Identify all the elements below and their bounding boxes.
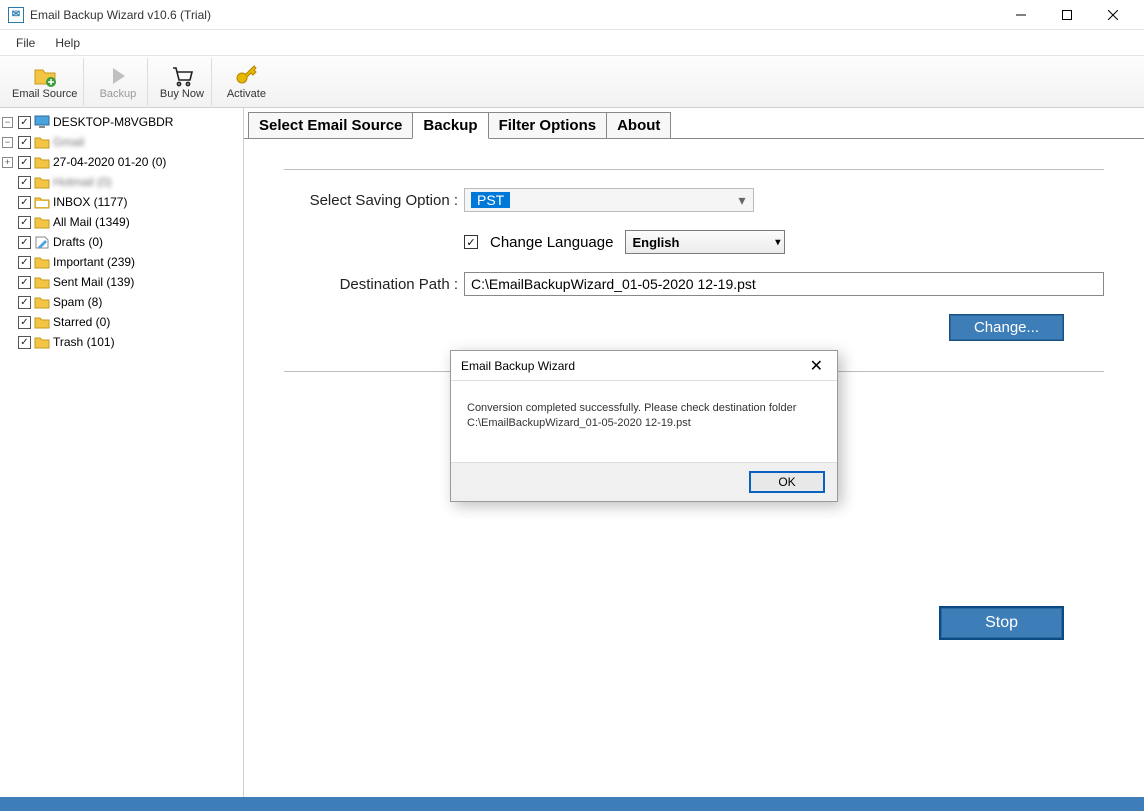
tree-item[interactable]: Drafts (0): [53, 235, 103, 249]
folder-icon: [34, 135, 50, 149]
toolbar: Email Source Backup Buy Now Activate: [0, 56, 1144, 108]
checkbox[interactable]: [18, 336, 31, 349]
menu-file[interactable]: File: [6, 32, 45, 54]
expander-icon[interactable]: −: [2, 137, 13, 148]
saving-option-value: PST: [471, 192, 510, 208]
folder-plus-icon: [33, 64, 57, 88]
titlebar: ✉ Email Backup Wizard v10.6 (Trial): [0, 0, 1144, 30]
folder-icon: [34, 295, 50, 309]
saving-option-label: Select Saving Option :: [284, 192, 464, 209]
tab-select-source[interactable]: Select Email Source: [248, 112, 413, 139]
language-value: English: [632, 235, 679, 250]
checkbox[interactable]: [18, 276, 31, 289]
checkbox[interactable]: [18, 136, 31, 149]
tool-buy-now[interactable]: Buy Now: [152, 58, 212, 106]
dialog-message-1: Conversion completed successfully. Pleas…: [467, 401, 821, 416]
tree-item[interactable]: Spam (8): [53, 295, 102, 309]
dialog-message-2: C:\EmailBackupWizard_01-05-2020 12-19.ps…: [467, 416, 821, 431]
tree-item[interactable]: Trash (101): [53, 335, 115, 349]
folder-icon: [34, 315, 50, 329]
tree-item[interactable]: Starred (0): [53, 315, 110, 329]
checkbox[interactable]: [18, 216, 31, 229]
checkbox[interactable]: [18, 296, 31, 309]
folder-icon: [34, 255, 50, 269]
checkbox[interactable]: [18, 116, 31, 129]
menubar: File Help: [0, 30, 1144, 56]
tool-activate[interactable]: Activate: [216, 58, 276, 106]
dialog-title: Email Backup Wizard: [461, 359, 575, 373]
language-select[interactable]: English ▾: [625, 230, 785, 254]
tree-item[interactable]: Sent Mail (139): [53, 275, 134, 289]
menu-help[interactable]: Help: [45, 32, 90, 54]
change-language-checkbox[interactable]: [464, 235, 478, 249]
tabstrip: Select Email Source Backup Filter Option…: [248, 112, 1144, 139]
change-button[interactable]: Change...: [949, 314, 1064, 341]
expander-icon[interactable]: −: [2, 117, 13, 128]
destination-input[interactable]: [464, 272, 1104, 296]
dialog-close-icon[interactable]: ✕: [806, 356, 827, 376]
chevron-down-icon: ▾: [775, 237, 780, 248]
checkbox[interactable]: [18, 176, 31, 189]
tab-backup[interactable]: Backup: [412, 112, 488, 139]
checkbox[interactable]: [18, 256, 31, 269]
minimize-button[interactable]: [998, 0, 1044, 30]
cart-icon: [170, 64, 194, 88]
stop-button[interactable]: Stop: [939, 606, 1064, 640]
tab-filter[interactable]: Filter Options: [488, 112, 608, 139]
divider: [284, 169, 1104, 170]
tool-email-source[interactable]: Email Source: [6, 58, 84, 106]
folder-icon: [34, 155, 50, 169]
checkbox[interactable]: [18, 156, 31, 169]
tool-backup[interactable]: Backup: [88, 58, 148, 106]
folder-icon: [34, 215, 50, 229]
folder-icon: [34, 175, 50, 189]
tree-account[interactable]: Gmail: [53, 135, 84, 149]
tree-item[interactable]: Important (239): [53, 255, 135, 269]
key-icon: [234, 64, 258, 88]
tree-item[interactable]: INBOX (1177): [53, 195, 127, 209]
maximize-button[interactable]: [1044, 0, 1090, 30]
computer-icon: [34, 115, 50, 129]
statusbar: [0, 797, 1144, 811]
play-icon: [106, 64, 130, 88]
tool-backup-label: Backup: [100, 88, 137, 100]
folder-icon: [34, 275, 50, 289]
window-controls: [998, 0, 1136, 30]
folder-tree[interactable]: − DESKTOP-M8VGBDR − Gmail +27-04-2020 01…: [0, 108, 244, 797]
drafts-icon: [34, 235, 50, 249]
checkbox[interactable]: [18, 196, 31, 209]
close-button[interactable]: [1090, 0, 1136, 30]
tree-item[interactable]: All Mail (1349): [53, 215, 130, 229]
checkbox[interactable]: [18, 316, 31, 329]
folder-icon: [34, 335, 50, 349]
change-language-label: Change Language: [490, 234, 613, 251]
saving-option-select[interactable]: PST ▾: [464, 188, 754, 212]
inbox-icon: [34, 195, 50, 209]
window-title: Email Backup Wizard v10.6 (Trial): [30, 8, 998, 22]
tab-about[interactable]: About: [606, 112, 671, 139]
tool-email-source-label: Email Source: [12, 88, 77, 100]
expander-icon[interactable]: +: [2, 157, 13, 168]
tree-item[interactable]: 27-04-2020 01-20 (0): [53, 155, 166, 169]
chevron-down-icon: ▾: [733, 191, 751, 209]
app-icon: ✉: [8, 7, 24, 23]
completion-dialog: Email Backup Wizard ✕ Conversion complet…: [450, 350, 838, 502]
destination-label: Destination Path :: [284, 276, 464, 293]
tool-activate-label: Activate: [227, 88, 266, 100]
tool-buy-now-label: Buy Now: [160, 88, 204, 100]
checkbox[interactable]: [18, 236, 31, 249]
tree-root[interactable]: DESKTOP-M8VGBDR: [53, 115, 173, 129]
dialog-ok-button[interactable]: OK: [749, 471, 825, 493]
tree-item[interactable]: Hotmail (0): [53, 175, 112, 189]
